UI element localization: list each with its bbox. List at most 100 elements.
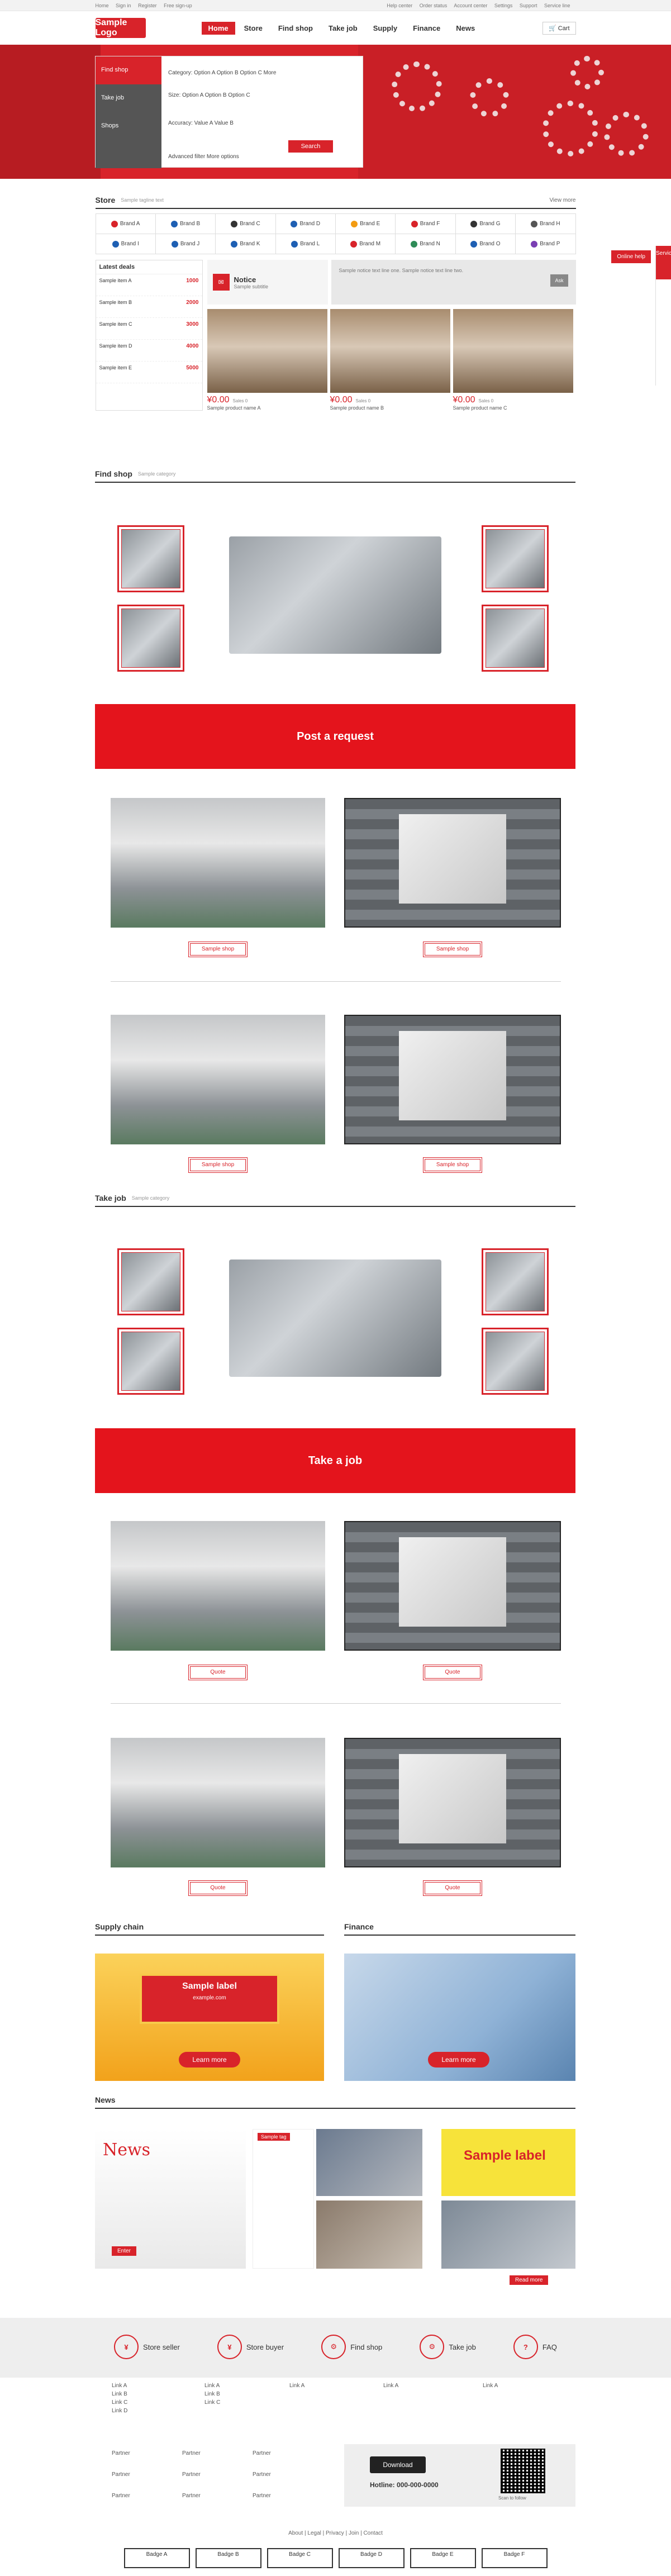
factory-photo[interactable] xyxy=(111,798,325,928)
mold-thumbnail[interactable] xyxy=(117,1248,184,1315)
brand-item[interactable]: Brand L xyxy=(275,234,336,254)
list-item[interactable]: Sample item E 5000 xyxy=(96,362,202,383)
brand-item[interactable]: Brand F xyxy=(396,214,456,234)
service-tab[interactable]: Service xyxy=(656,246,671,279)
filter-advanced[interactable]: Advanced filter More options xyxy=(168,154,239,160)
factory-photo[interactable] xyxy=(344,1738,561,1867)
brand-item[interactable]: Brand J xyxy=(155,234,216,254)
news-tag-card[interactable]: Sample tag xyxy=(253,2129,314,2269)
product-card[interactable]: ¥0.00 Sales 0 Sample product name B xyxy=(330,309,450,411)
news-photo[interactable] xyxy=(316,2129,422,2196)
brand-item[interactable]: Brand K xyxy=(216,234,276,254)
filter-category[interactable]: Category: Option A Option B Option C Mor… xyxy=(168,70,276,76)
trust-badge[interactable]: Badge D xyxy=(338,2548,404,2568)
footer-link[interactable]: Link A xyxy=(112,2382,127,2390)
take-order-bar[interactable]: Take a job xyxy=(95,1428,575,1493)
filter-size[interactable]: Size: Option A Option B Option C xyxy=(168,92,250,98)
learn-more-button[interactable]: Learn more xyxy=(428,2052,489,2068)
partner-link[interactable]: Partner xyxy=(253,2443,271,2464)
partner-link[interactable]: Partner xyxy=(182,2464,201,2485)
topbar-link[interactable]: Account center xyxy=(454,3,487,8)
brand-item[interactable]: Brand H xyxy=(516,214,576,234)
footer-link[interactable]: Link A xyxy=(204,2382,220,2390)
more-link[interactable]: View more xyxy=(549,197,575,203)
topbar-link[interactable]: Free sign-up xyxy=(164,3,192,8)
topbar-link[interactable]: Support xyxy=(520,3,537,8)
shop-button[interactable]: Sample shop xyxy=(188,1157,248,1173)
partner-link[interactable]: Partner xyxy=(112,2464,130,2485)
feature-take-processing[interactable]: ⚙ Take job xyxy=(420,2335,476,2359)
list-item[interactable]: Sample item A 1000 xyxy=(96,274,202,296)
footer-link[interactable]: Link B xyxy=(204,2390,220,2398)
tab-find-processing[interactable]: Find shop xyxy=(96,56,161,84)
footer-link[interactable]: Link B xyxy=(112,2390,127,2398)
list-item[interactable]: Sample item D 4000 xyxy=(96,340,202,362)
topbar-link[interactable]: Sign in xyxy=(116,3,131,8)
partner-link[interactable]: Partner xyxy=(182,2443,201,2464)
brand-item[interactable]: Brand P xyxy=(516,234,576,254)
notice-button[interactable]: Ask xyxy=(550,274,568,287)
product-card[interactable]: ¥0.00 Sales 0 Sample product name C xyxy=(453,309,573,411)
brand-item[interactable]: Brand E xyxy=(336,214,396,234)
nav-news[interactable]: News xyxy=(449,22,482,35)
factory-photo[interactable] xyxy=(111,1015,325,1144)
footer-link[interactable]: Link C xyxy=(112,2398,127,2407)
product-card[interactable]: ¥0.00 Sales 0 Sample product name A xyxy=(207,309,327,411)
search-button[interactable]: Search xyxy=(288,140,333,153)
brand-item[interactable]: Brand M xyxy=(336,234,396,254)
publish-demand-bar[interactable]: Post a request xyxy=(95,704,575,769)
news-photo[interactable] xyxy=(316,2200,422,2269)
shop-button[interactable]: Sample shop xyxy=(423,942,482,957)
feature-faq[interactable]: ? FAQ xyxy=(513,2335,557,2359)
finance-banner[interactable]: Learn more xyxy=(344,1954,575,2081)
factory-photo[interactable] xyxy=(344,1521,561,1651)
trust-badge[interactable]: Badge B xyxy=(195,2548,261,2568)
supply-chain-banner[interactable]: Sample label example.com Learn more xyxy=(95,1954,324,2081)
mold-thumbnail[interactable] xyxy=(482,1248,549,1315)
quote-button[interactable]: Quote xyxy=(188,1880,248,1896)
mold-thumbnail[interactable] xyxy=(117,525,184,592)
online-consult-button[interactable]: Online help xyxy=(611,250,651,263)
news-order-card[interactable]: Sample label xyxy=(441,2129,575,2196)
nav-find-processing[interactable]: Find shop xyxy=(272,22,320,35)
shop-button[interactable]: Sample shop xyxy=(188,942,248,957)
partner-link[interactable]: Partner xyxy=(112,2485,130,2507)
brand-item[interactable]: Brand G xyxy=(455,214,516,234)
trust-badge[interactable]: Badge C xyxy=(267,2548,333,2568)
topbar-link[interactable]: Home xyxy=(96,3,109,8)
factory-photo[interactable] xyxy=(344,798,561,928)
partner-link[interactable]: Partner xyxy=(112,2443,130,2464)
feature-mall-seller[interactable]: ¥ Store seller xyxy=(114,2335,180,2359)
feature-find-processing[interactable]: ⚙ Find shop xyxy=(321,2335,382,2359)
partner-link[interactable]: Partner xyxy=(253,2464,271,2485)
factory-photo[interactable] xyxy=(344,1015,561,1144)
partner-link[interactable]: Partner xyxy=(253,2485,271,2507)
site-logo[interactable]: Sample Logo xyxy=(95,18,146,38)
partner-link[interactable]: Partner xyxy=(182,2485,201,2507)
quote-button[interactable]: Quote xyxy=(423,1665,482,1680)
quote-button[interactable]: Quote xyxy=(188,1665,248,1680)
news-more-button[interactable]: Read more xyxy=(510,2275,549,2285)
list-item[interactable]: Sample item B 2000 xyxy=(96,296,202,318)
shop-button[interactable]: Sample shop xyxy=(423,1157,482,1173)
footer-link[interactable]: Link A xyxy=(483,2382,498,2390)
topbar-link[interactable]: Settings xyxy=(494,3,513,8)
cart-button[interactable]: 🛒 Cart xyxy=(542,21,576,35)
nav-home[interactable]: Home xyxy=(201,21,235,35)
download-button[interactable]: Download xyxy=(370,2456,426,2473)
mold-thumbnail[interactable] xyxy=(482,605,549,672)
feature-mall-buyer[interactable]: ¥ Store buyer xyxy=(217,2335,284,2359)
nav-take-processing[interactable]: Take job xyxy=(322,22,364,35)
brand-item[interactable]: Brand N xyxy=(396,234,456,254)
nav-finance[interactable]: Finance xyxy=(406,22,447,35)
learn-more-button[interactable]: Learn more xyxy=(179,2052,240,2068)
list-item[interactable]: Sample item C 3000 xyxy=(96,318,202,340)
news-feature-card[interactable]: News Enter xyxy=(95,2129,246,2269)
quote-button[interactable]: Quote xyxy=(423,1880,482,1896)
brand-item[interactable]: Brand I xyxy=(96,234,156,254)
mold-thumbnail[interactable] xyxy=(482,1328,549,1395)
brand-item[interactable]: Brand B xyxy=(155,214,216,234)
brand-item[interactable]: Brand D xyxy=(275,214,336,234)
nav-mall[interactable]: Store xyxy=(237,22,269,35)
footer-link-row[interactable]: About | Legal | Privacy | Join | Contact xyxy=(0,2530,671,2536)
